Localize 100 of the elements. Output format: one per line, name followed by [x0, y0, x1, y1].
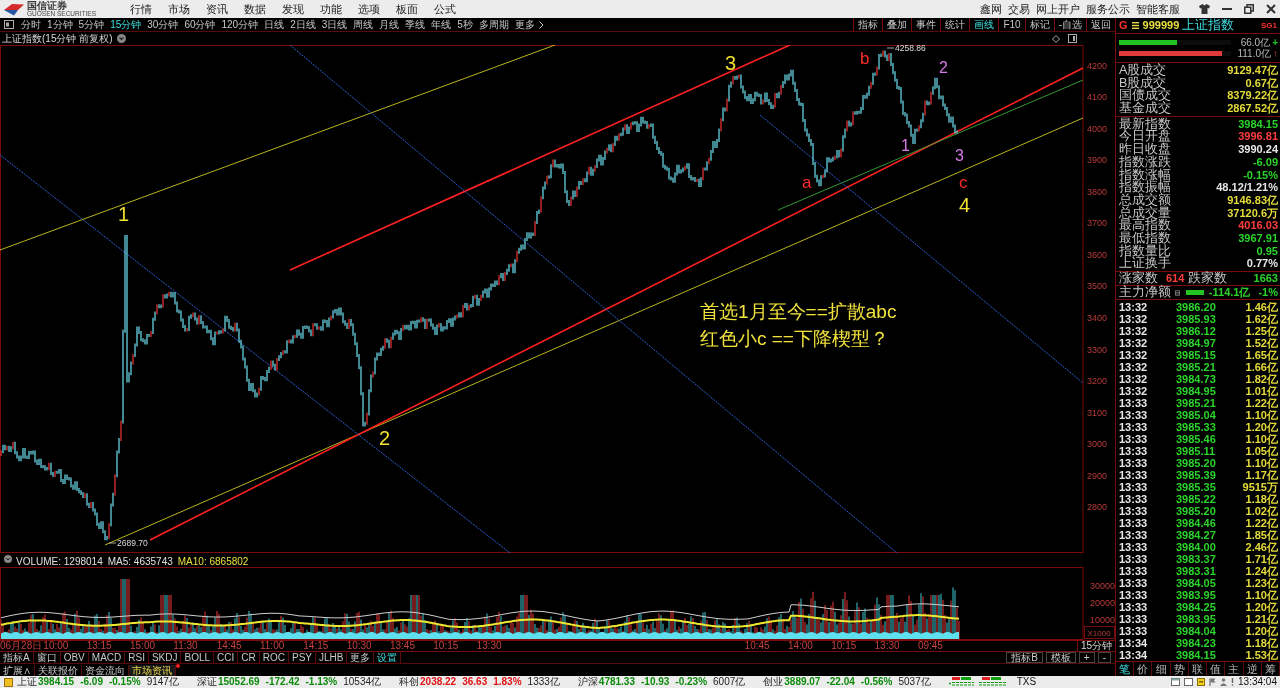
top-link[interactable]: 服务公示 — [1083, 2, 1133, 16]
annotation-text: 首选1月至今==扩散abc — [700, 301, 897, 322]
period-tab[interactable]: 5分钟 — [75, 18, 108, 31]
tick-price: 3984.04 — [1176, 625, 1216, 637]
toolbar-tab[interactable]: 叠加 — [882, 18, 912, 31]
bar-meter-icon — [948, 677, 1009, 687]
toolbar-button[interactable]: 指标B — [1006, 652, 1043, 663]
period-tab[interactable]: 5秒 — [454, 18, 476, 31]
window-icon[interactable] — [1184, 678, 1194, 686]
message-icon[interactable] — [1197, 678, 1206, 686]
menu-item[interactable]: 板面 — [392, 2, 422, 16]
shirt-icon[interactable] — [1199, 4, 1210, 14]
period-tab[interactable]: 2日线 — [287, 18, 319, 31]
indicator-tab[interactable]: SKDJ — [148, 652, 182, 663]
menu-item[interactable]: 功能 — [316, 2, 346, 16]
toolbar-tab[interactable]: 画线 — [969, 18, 999, 31]
table-icon[interactable] — [1175, 288, 1181, 297]
stat-label: A股成交 — [1119, 64, 1167, 77]
menu-item[interactable]: 发现 — [278, 2, 308, 16]
period-tab[interactable]: 30分钟 — [144, 18, 182, 31]
indicator-tab[interactable]: PSY — [289, 652, 316, 663]
square-icon[interactable] — [4, 677, 13, 687]
menu-item[interactable]: 数据 — [240, 2, 270, 16]
indicator-tab[interactable]: RSI — [125, 652, 149, 663]
top-link[interactable]: 交易 — [1005, 2, 1033, 16]
indicator-tab[interactable]: 更多 — [347, 652, 375, 663]
tick-time: 13:33 — [1119, 409, 1149, 421]
toolbar-tab[interactable]: 统计 — [940, 18, 970, 31]
panel-toggle-icon[interactable] — [4, 20, 14, 29]
person-icon[interactable] — [1220, 678, 1228, 686]
menu-icon[interactable] — [1131, 22, 1139, 29]
period-tab[interactable]: 3日线 — [318, 18, 351, 31]
period-tab[interactable]: 1分钟 — [44, 18, 76, 31]
toolbar-tab[interactable]: -自选 — [1053, 18, 1086, 31]
time-axis-label: 11:30 — [173, 640, 198, 652]
period-tab[interactable]: 多周期 — [475, 18, 512, 31]
close-icon[interactable] — [1266, 4, 1276, 14]
indicator-tab[interactable]: BOLL — [181, 652, 215, 663]
panel-tab[interactable]: 关联报价 — [35, 664, 82, 676]
toolbar-button[interactable]: 模板 — [1045, 652, 1076, 663]
menu-item[interactable]: 行情 — [126, 2, 156, 16]
panel-icon[interactable] — [1068, 34, 1077, 43]
menu-item[interactable]: 选项 — [354, 2, 384, 16]
wave-label: 2 — [939, 59, 948, 76]
alert-icon[interactable] — [1231, 678, 1235, 686]
indicator-tab[interactable]: 指标A — [0, 652, 34, 663]
time-axis-label: 10:15 — [433, 640, 459, 652]
time-axis-label: 10:15 — [831, 640, 857, 652]
period-tab[interactable]: 季线 — [402, 18, 429, 31]
menu-item[interactable]: 市场 — [164, 2, 194, 16]
wave-label: c — [959, 173, 968, 192]
indicator-tab[interactable]: CCI — [214, 652, 239, 663]
price-axis-label: 2900 — [1087, 470, 1108, 481]
logo-text: 国信证券 — [27, 0, 68, 11]
tick-price: 3985.35 — [1176, 481, 1216, 493]
chevron-down-icon[interactable] — [116, 34, 126, 43]
period-tab[interactable]: 年线 — [428, 18, 455, 31]
diamond-icon[interactable] — [1052, 34, 1060, 43]
toolbar-tab[interactable]: 标记 — [1024, 18, 1054, 31]
restore-icon[interactable] — [1244, 4, 1254, 14]
top-link[interactable]: 网上开户 — [1033, 2, 1083, 16]
top-link[interactable]: 鑫网 — [977, 2, 1005, 16]
toolbar-tab[interactable]: 指标 — [853, 18, 883, 31]
indicator-tab[interactable]: MACD — [88, 652, 126, 663]
period-tab[interactable]: 120分钟 — [218, 18, 262, 31]
time-axis-label: 06月28日 — [0, 640, 43, 652]
flag-icon[interactable] — [1209, 678, 1217, 686]
toolbar-button[interactable]: - — [1097, 652, 1111, 663]
top-link[interactable]: 智能客服 — [1133, 2, 1183, 16]
window-icon[interactable] — [1171, 678, 1181, 686]
volume-legend: VOLUME: 1298014 — [16, 555, 103, 567]
index-percent: -0.56% — [860, 676, 893, 688]
indicator-tab[interactable]: JLHB — [316, 652, 348, 663]
indicator-tab[interactable]: CR — [238, 652, 260, 663]
more-button[interactable]: 更多 — [511, 18, 547, 31]
period-tab[interactable]: 周线 — [350, 18, 377, 31]
menu-item[interactable]: 资讯 — [202, 2, 232, 16]
period-tab[interactable]: 日线 — [261, 18, 288, 31]
panel-tab[interactable]: 扩展∧ — [0, 664, 35, 676]
toolbar-tab[interactable]: 事件 — [911, 18, 941, 31]
annotation-text: 红色小c ==下降楔型？ — [700, 328, 889, 349]
toolbar-tab[interactable]: F10 — [998, 18, 1025, 31]
stat-value: 0.77% — [1246, 257, 1278, 270]
period-tab[interactable]: 15分钟 — [107, 18, 145, 31]
toolbar-button[interactable]: + — [1078, 652, 1095, 663]
indicator-tab[interactable]: 设置 — [374, 652, 402, 663]
period-tab[interactable]: 60分钟 — [181, 18, 219, 31]
price-axis-label: 2800 — [1087, 502, 1108, 513]
toolbar-tab[interactable]: 返回 — [1086, 18, 1115, 31]
indicator-tab[interactable]: 窗口 — [33, 652, 61, 663]
period-tab[interactable]: 分时 — [18, 18, 44, 31]
collapse-icon[interactable] — [4, 555, 12, 563]
indicator-tab[interactable]: ROC — [259, 652, 289, 663]
indicator-tab[interactable]: OBV — [60, 652, 89, 663]
stat-value: 9129.47亿 — [1227, 64, 1278, 77]
stat-label: 指数涨跌 — [1119, 155, 1171, 169]
menu-item[interactable]: 公式 — [430, 2, 460, 16]
tick-time: 13:33 — [1119, 445, 1149, 457]
period-tab[interactable]: 月线 — [376, 18, 403, 31]
index-amount: 6007亿 — [713, 676, 746, 688]
